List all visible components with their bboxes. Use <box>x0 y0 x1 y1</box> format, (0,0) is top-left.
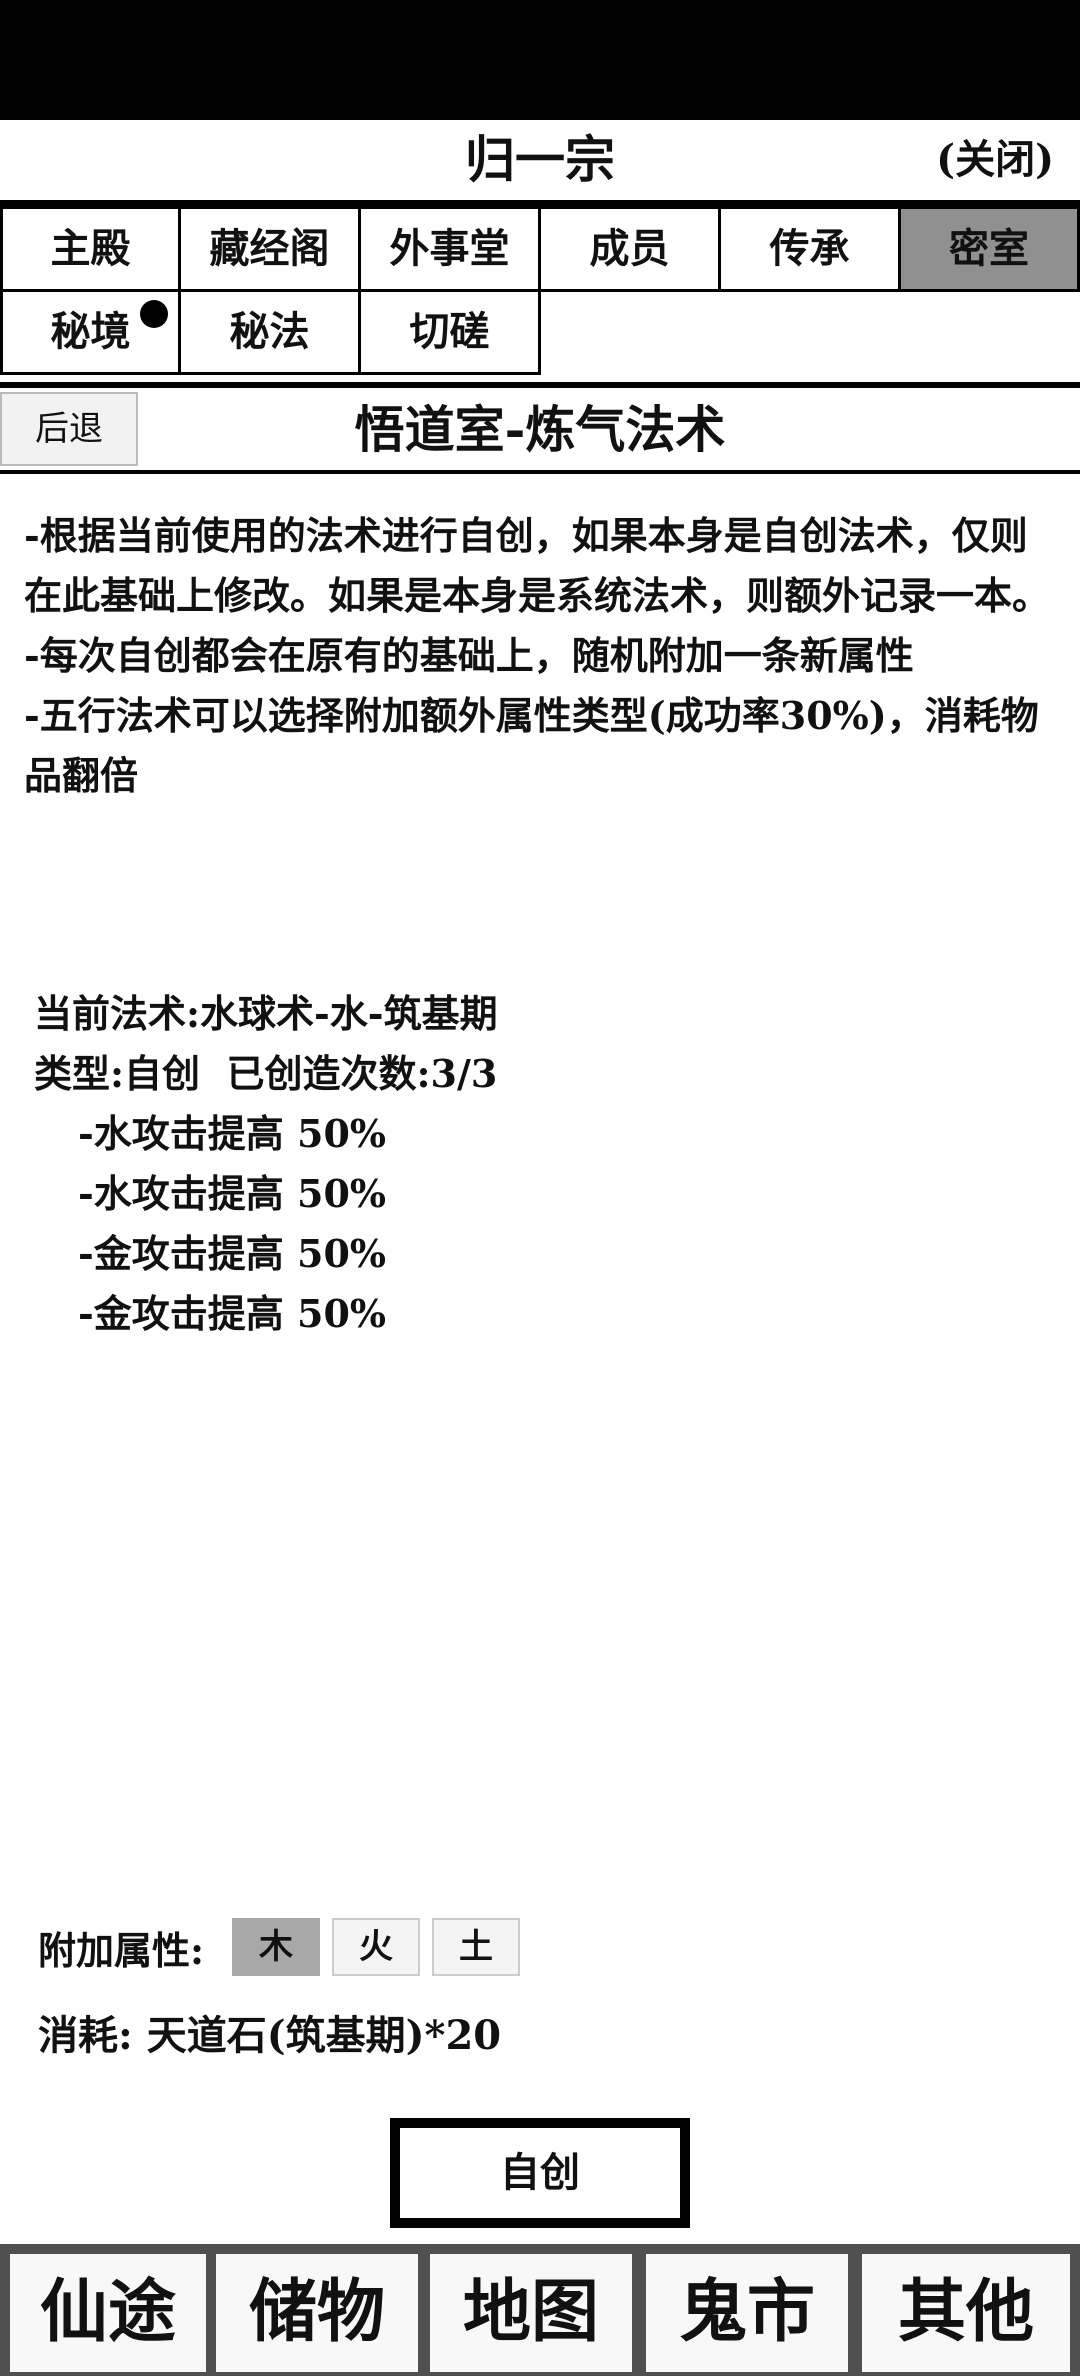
tab-label: 藏经阁 <box>209 225 330 272</box>
back-button[interactable]: 后退 <box>0 392 138 466</box>
close-button[interactable]: (关闭) <box>936 120 1054 200</box>
tab-secret-room[interactable]: 密室 <box>898 206 1080 292</box>
tab-affairs-hall[interactable]: 外事堂 <box>358 206 541 292</box>
bottom-nav: 仙途 储物 地图 鬼市 其他 <box>0 2244 1080 2376</box>
room-title: 悟道室-炼气法术 <box>354 400 726 459</box>
attribute-option-wood[interactable]: 木 <box>232 1918 321 1976</box>
nav-storage[interactable]: 储物 <box>216 2254 418 2372</box>
tab-label: 秘法 <box>229 308 310 355</box>
description-line: -根据当前使用的法术进行自创，如果本身是自创法术，仅则在此基础上修改。如果是本身… <box>24 513 1051 618</box>
spell-attribute: -水攻击提高 50% <box>78 1111 386 1156</box>
attribute-option-earth[interactable]: 土 <box>432 1918 521 1976</box>
tabs-divider <box>0 382 1080 388</box>
tab-label: 成员 <box>589 225 670 272</box>
tab-sparring[interactable]: 切磋 <box>358 289 541 375</box>
description-line: -五行法术可以选择附加额外属性类型(成功率30%)，消耗物品翻倍 <box>24 693 1039 798</box>
extra-attribute-selector: 附加属性: 木 火 土 <box>38 1916 532 1978</box>
description: -根据当前使用的法术进行自创，如果本身是自创法术，仅则在此基础上修改。如果是本身… <box>24 506 1064 806</box>
tab-label: 外事堂 <box>389 225 510 272</box>
create-button[interactable]: 自创 <box>390 2118 690 2228</box>
title-bar: 归一宗 (关闭) <box>0 120 1080 200</box>
tab-inheritance[interactable]: 传承 <box>718 206 901 292</box>
tab-main-hall[interactable]: 主殿 <box>0 206 181 292</box>
tab-secret-arts[interactable]: 秘法 <box>178 289 361 375</box>
current-spell: 当前法术:水球术-水-筑基期 <box>34 991 498 1036</box>
description-line: -每次自创都会在原有的基础上，随机附加一条新属性 <box>24 633 914 678</box>
tab-members[interactable]: 成员 <box>538 206 721 292</box>
spell-attribute: -金攻击提高 50% <box>78 1231 386 1276</box>
subheader-divider <box>0 470 1080 474</box>
nav-immortal-path[interactable]: 仙途 <box>10 2254 206 2372</box>
spell-attribute: -水攻击提高 50% <box>78 1171 386 1216</box>
extra-attribute-label: 附加属性: <box>38 1927 205 1973</box>
spell-attribute: -金攻击提高 50% <box>78 1291 386 1336</box>
cost-text: 消耗: 天道石(筑基期)*20 <box>38 2012 502 2059</box>
tab-library[interactable]: 藏经阁 <box>178 206 361 292</box>
notification-dot <box>140 300 168 328</box>
tab-label: 传承 <box>769 225 850 272</box>
spell-info: 当前法术:水球术-水-筑基期 类型:自创 已创造次数:3/3 -水攻击提高 50… <box>34 984 498 1344</box>
spell-type-line: 类型:自创 已创造次数:3/3 <box>34 1051 498 1096</box>
sect-title: 归一宗 <box>465 130 615 189</box>
status-bar <box>0 0 1080 120</box>
tab-secret-realm[interactable]: 秘境 <box>0 289 181 375</box>
tab-label: 切磋 <box>409 308 490 355</box>
attribute-option-fire[interactable]: 火 <box>332 1918 421 1976</box>
tab-label: 密室 <box>949 225 1029 272</box>
nav-map[interactable]: 地图 <box>430 2254 632 2372</box>
tab-label: 主殿 <box>50 225 131 272</box>
nav-ghost-market[interactable]: 鬼市 <box>646 2254 848 2372</box>
sub-header: 悟道室-炼气法术 后退 <box>0 390 1080 470</box>
nav-other[interactable]: 其他 <box>862 2254 1070 2372</box>
tab-label: 秘境 <box>50 308 131 355</box>
